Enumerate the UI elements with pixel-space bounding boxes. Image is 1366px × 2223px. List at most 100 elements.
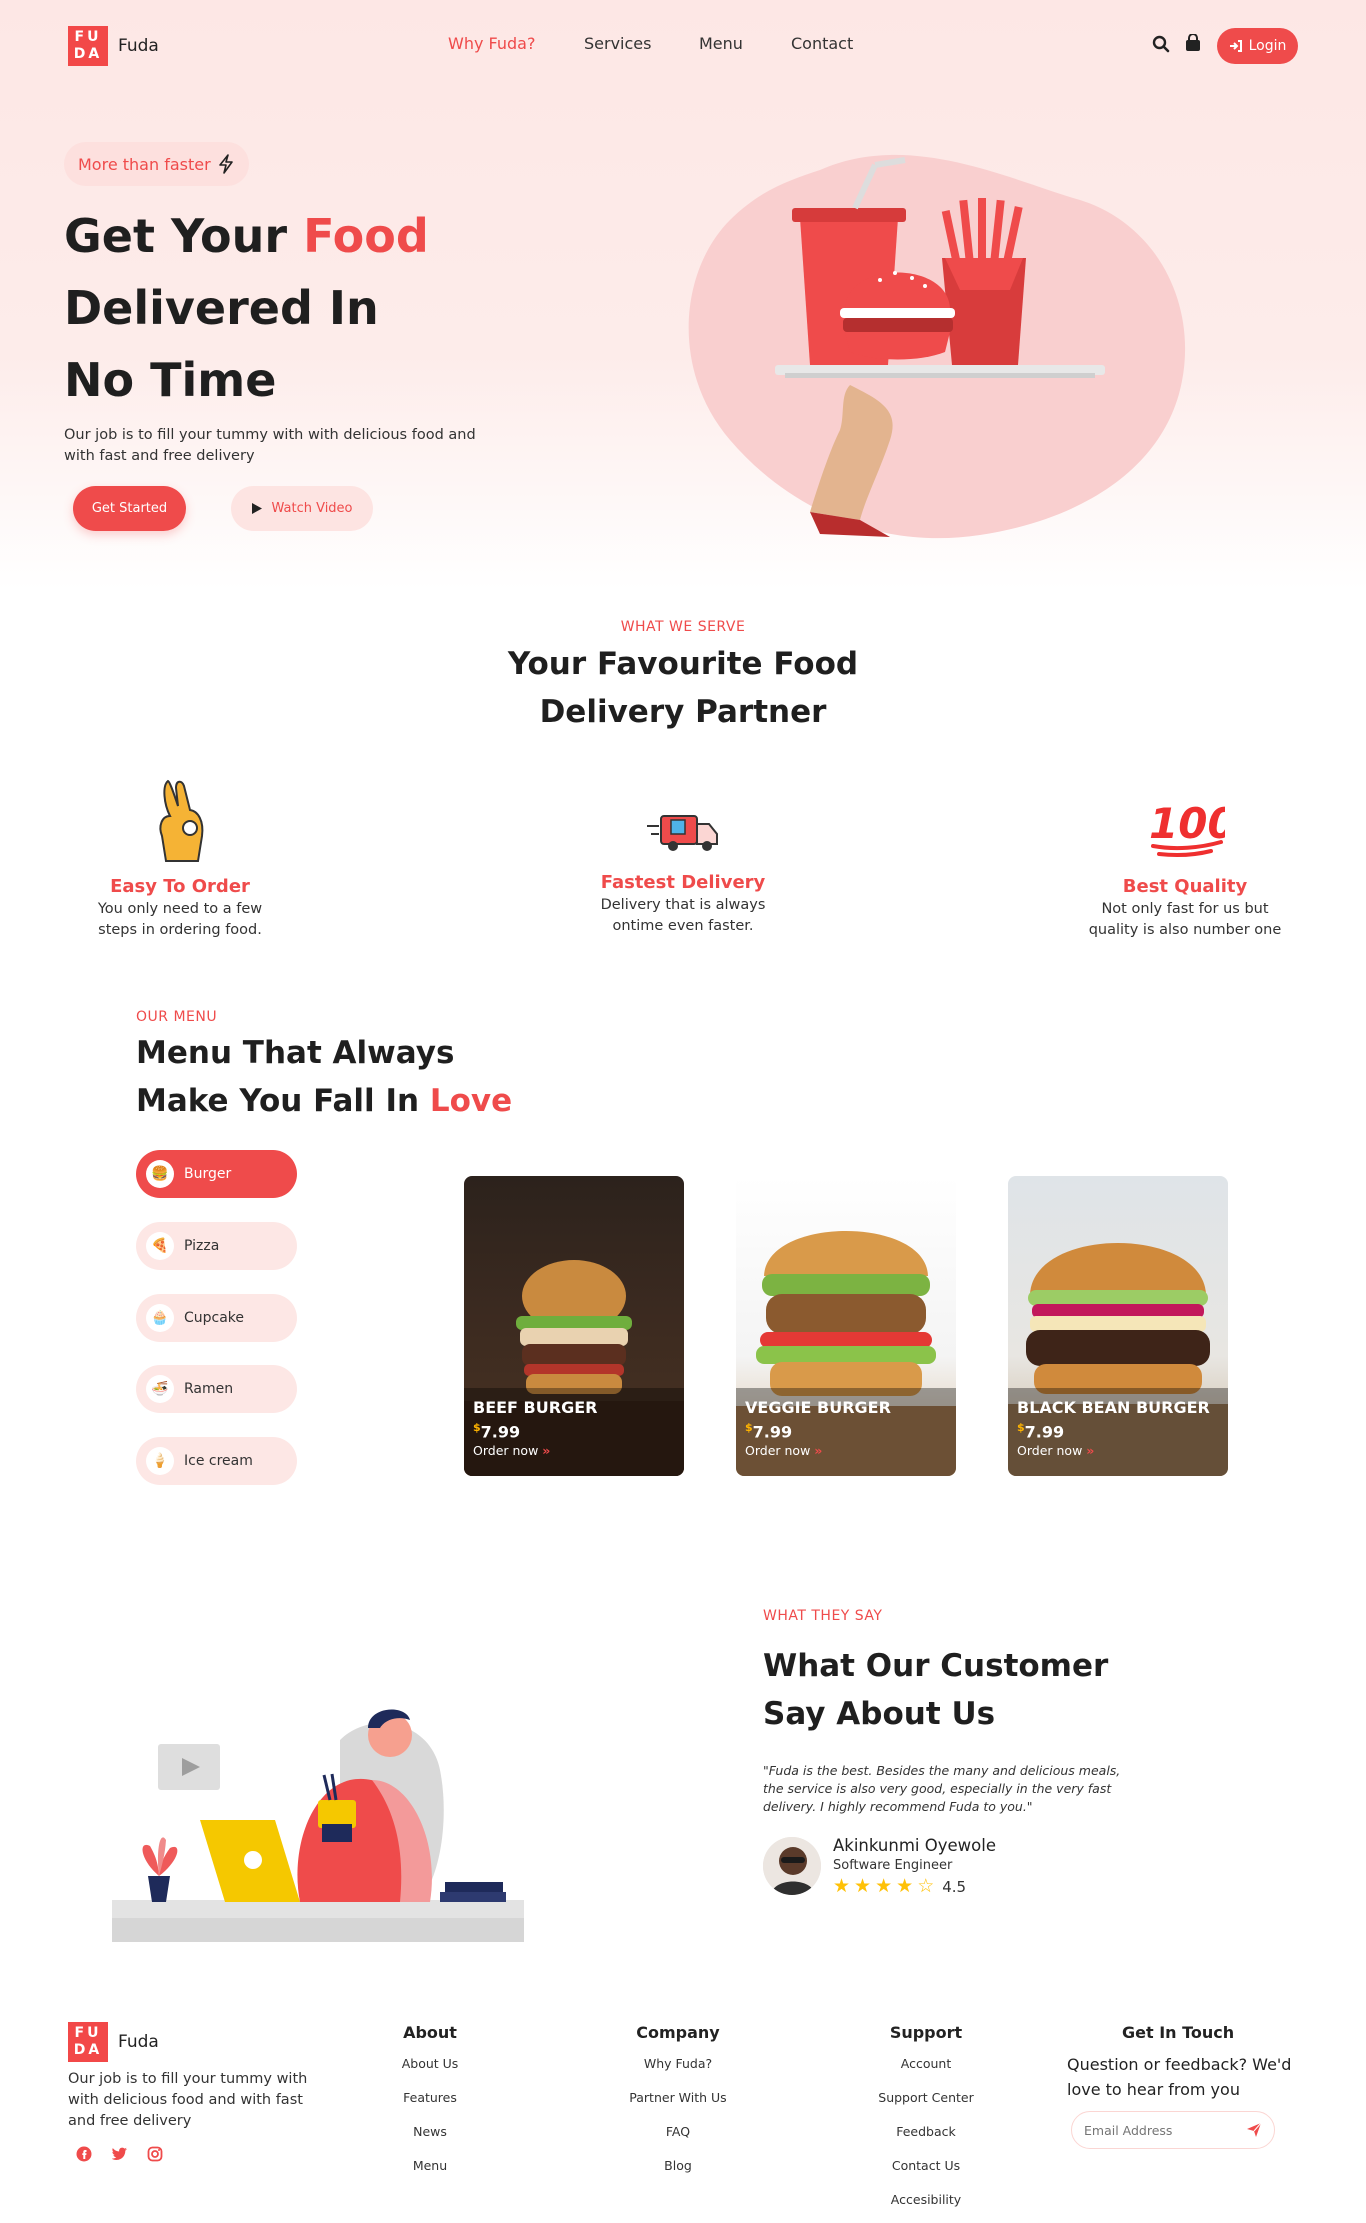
footer-link-faq[interactable]: FAQ bbox=[608, 2124, 748, 2139]
feature-title: Easy To Order bbox=[110, 876, 250, 897]
testimonial-eyebrow: WHAT THEY SAY bbox=[763, 1608, 883, 1624]
feature-text: You only need to a few steps in ordering… bbox=[97, 901, 263, 938]
footer-logo[interactable]: FU DA Fuda bbox=[68, 2022, 159, 2062]
footer-link-contact-us[interactable]: Contact Us bbox=[856, 2158, 996, 2173]
menu-card-veggie-burger[interactable]: VEGGIE BURGER $7.99 Order now » bbox=[736, 1176, 956, 1476]
item-price: $7.99 bbox=[745, 1421, 947, 1441]
category-ramen[interactable]: 🍜 Ramen bbox=[136, 1365, 297, 1413]
menu-title-line1: Menu That Always bbox=[136, 1035, 455, 1071]
instagram-icon[interactable] bbox=[145, 2144, 165, 2164]
order-now-link[interactable]: Order now » bbox=[745, 1443, 947, 1458]
currency-symbol: $ bbox=[745, 1421, 753, 1434]
cupcake-icon: 🧁 bbox=[146, 1304, 174, 1332]
logo-top-text: FU bbox=[74, 29, 102, 45]
footer-link-accessibility[interactable]: Accesibility bbox=[856, 2192, 996, 2207]
rating-value: 4.5 bbox=[942, 1877, 967, 1896]
star-icon: ★ bbox=[854, 1875, 872, 1897]
footer-link-blog[interactable]: Blog bbox=[608, 2158, 748, 2173]
footer-link-account[interactable]: Account bbox=[856, 2056, 996, 2071]
item-price: $7.99 bbox=[1017, 1421, 1219, 1441]
hero-title-highlight: Food bbox=[303, 209, 429, 263]
delivery-truck-icon bbox=[647, 815, 718, 851]
category-ice-cream[interactable]: 🍦 Ice cream bbox=[136, 1437, 297, 1485]
menu-card-black-bean-burger[interactable]: BLACK BEAN BURGER $7.99 Order now » bbox=[1008, 1176, 1228, 1476]
hundred-points-icon: 100 bbox=[1149, 799, 1237, 857]
card-caption: BLACK BEAN BURGER $7.99 Order now » bbox=[1008, 1388, 1228, 1476]
item-name: BEEF BURGER bbox=[473, 1398, 598, 1417]
menu-title-line2: Make You Fall In bbox=[136, 1083, 420, 1119]
header-logo[interactable]: FU DA Fuda bbox=[68, 26, 159, 66]
menu-eyebrow: OUR MENU bbox=[136, 1009, 218, 1025]
footer-link-feedback[interactable]: Feedback bbox=[856, 2124, 996, 2139]
price-value: 7.99 bbox=[480, 1422, 521, 1442]
card-caption: VEGGIE BURGER $7.99 Order now » bbox=[736, 1388, 956, 1476]
burger-icon: 🍔 bbox=[146, 1160, 174, 1188]
order-now-link[interactable]: Order now » bbox=[473, 1443, 675, 1458]
hero-title-line3: No Time bbox=[64, 353, 277, 407]
login-icon bbox=[1229, 40, 1242, 52]
login-button[interactable]: Login bbox=[1217, 28, 1298, 64]
login-label: Login bbox=[1248, 38, 1287, 54]
facebook-icon[interactable] bbox=[74, 2144, 94, 2164]
footer-company: Company Why Fuda? Partner With Us FAQ Bl… bbox=[608, 2023, 748, 2173]
logo-bottom-text: DA bbox=[73, 46, 103, 62]
star-icon: ★ bbox=[875, 1875, 893, 1897]
nav-contact[interactable]: Contact bbox=[791, 34, 871, 53]
item-name: BLACK BEAN BURGER bbox=[1017, 1398, 1210, 1417]
watch-video-button[interactable]: Watch Video bbox=[231, 486, 373, 531]
get-in-touch-text: Question or feedback? We'd love to hear … bbox=[1067, 2055, 1292, 2099]
footer-link-why-fuda[interactable]: Why Fuda? bbox=[608, 2056, 748, 2071]
nav-services[interactable]: Services bbox=[584, 34, 699, 53]
logo-mark: FU DA bbox=[68, 2022, 108, 2062]
double-chevron-icon: » bbox=[1086, 1443, 1095, 1459]
get-started-button[interactable]: Get Started bbox=[73, 486, 186, 531]
footer-col-title: Company bbox=[636, 2023, 720, 2042]
category-burger[interactable]: 🍔 Burger bbox=[136, 1150, 297, 1198]
footer-link-partner[interactable]: Partner With Us bbox=[608, 2090, 748, 2105]
order-label: Order now bbox=[473, 1443, 539, 1459]
feature-text: Not only fast for us but quality is also… bbox=[1088, 901, 1282, 938]
email-input[interactable] bbox=[1084, 2122, 1234, 2138]
double-chevron-icon: » bbox=[814, 1443, 823, 1459]
customer-illustration bbox=[112, 1709, 524, 1942]
footer-description: Our job is to fill your tummy with with … bbox=[68, 2071, 308, 2129]
currency-symbol: $ bbox=[1017, 1421, 1025, 1434]
star-icon: ★ bbox=[833, 1875, 851, 1897]
order-now-link[interactable]: Order now » bbox=[1017, 1443, 1219, 1458]
category-label: Pizza bbox=[184, 1238, 220, 1254]
category-cupcake[interactable]: 🧁 Cupcake bbox=[136, 1294, 297, 1342]
send-icon[interactable] bbox=[1246, 2122, 1262, 2138]
page: FU DA Fuda Why Fuda? Services Menu Conta… bbox=[0, 0, 1366, 2223]
search-icon[interactable] bbox=[1152, 35, 1174, 57]
star-outline-icon: ☆ bbox=[917, 1875, 935, 1897]
email-subscribe bbox=[1071, 2111, 1275, 2149]
footer-link-menu[interactable]: Menu bbox=[380, 2158, 480, 2173]
category-pizza[interactable]: 🍕 Pizza bbox=[136, 1222, 297, 1270]
footer-link-support-center[interactable]: Support Center bbox=[856, 2090, 996, 2105]
nav-why-fuda[interactable]: Why Fuda? bbox=[448, 34, 584, 53]
shopping-bag-icon[interactable] bbox=[1185, 33, 1207, 56]
star-icon: ★ bbox=[896, 1875, 914, 1897]
double-chevron-icon: » bbox=[542, 1443, 551, 1459]
brand-name: Fuda bbox=[118, 36, 159, 56]
serve-title: Your Favourite Food Delivery Partner bbox=[0, 640, 1366, 736]
hero-pill-text: More than faster bbox=[78, 154, 211, 174]
reviewer-name: Akinkunmi Oyewole bbox=[833, 1836, 996, 1855]
logo-top-text: FU bbox=[74, 2025, 102, 2041]
twitter-icon[interactable] bbox=[110, 2144, 130, 2164]
play-icon bbox=[252, 503, 263, 514]
category-label: Ice cream bbox=[184, 1453, 253, 1469]
serve-eyebrow: WHAT WE SERVE bbox=[620, 619, 746, 635]
footer-link-about-us[interactable]: About Us bbox=[380, 2056, 480, 2071]
menu-card-beef-burger[interactable]: BEEF BURGER $7.99 Order now » bbox=[464, 1176, 684, 1476]
footer-col-title: About bbox=[403, 2023, 457, 2042]
footer-link-news[interactable]: News bbox=[380, 2124, 480, 2139]
card-caption: BEEF BURGER $7.99 Order now » bbox=[464, 1388, 684, 1476]
category-label: Cupcake bbox=[184, 1310, 245, 1326]
footer-col-title: Support bbox=[889, 2023, 963, 2042]
get-in-touch-title: Get In Touch bbox=[1122, 2023, 1235, 2042]
hero-title-line2: Delivered In bbox=[64, 281, 379, 335]
nav-menu[interactable]: Menu bbox=[699, 34, 791, 53]
category-label: Ramen bbox=[184, 1381, 234, 1397]
footer-link-features[interactable]: Features bbox=[380, 2090, 480, 2105]
